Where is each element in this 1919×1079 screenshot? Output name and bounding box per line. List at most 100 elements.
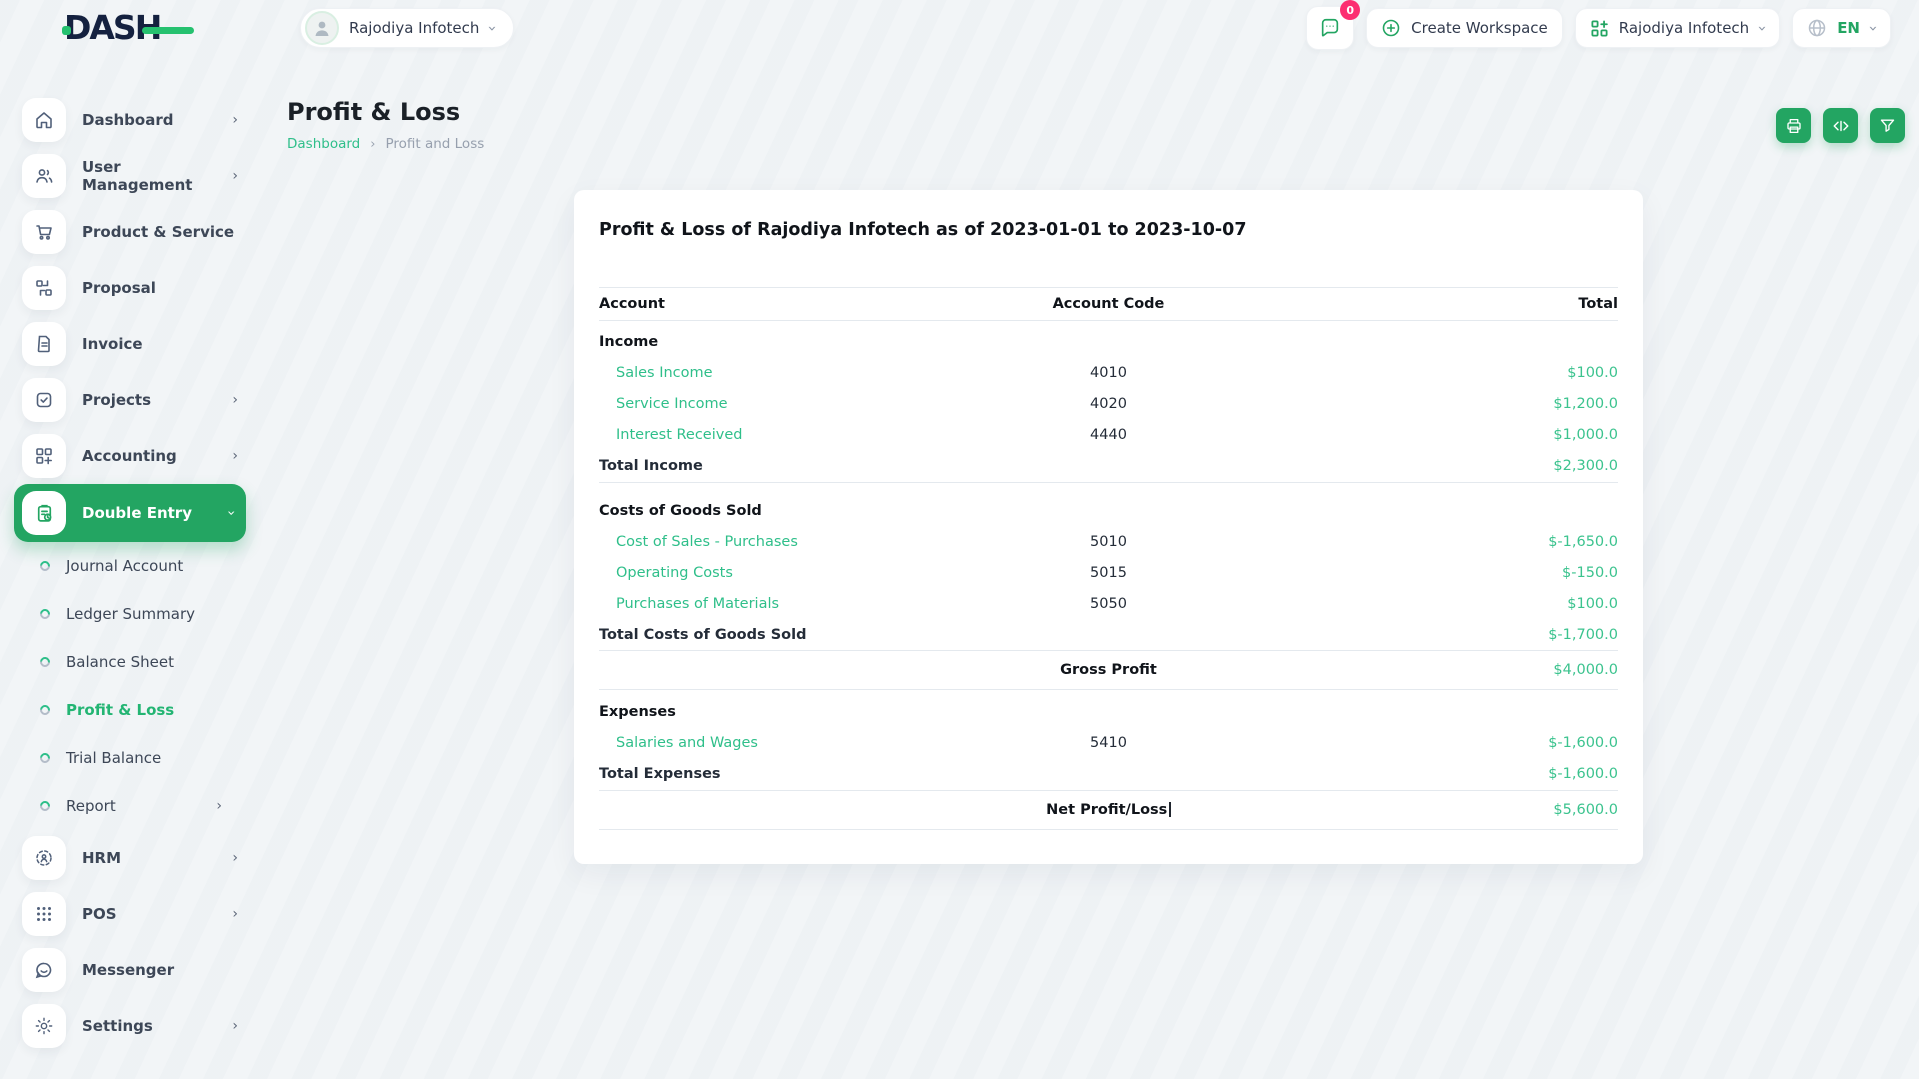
account-total: $1,000.0 (1553, 427, 1618, 443)
account-code: 5015 (1090, 564, 1127, 581)
breadcrumb-separator-icon: › (370, 136, 376, 152)
profit-loss-table: Account Account Code Total Income Sales … (599, 287, 1618, 830)
language-dropdown[interactable]: EN › (1792, 8, 1891, 48)
company-switcher-dropdown[interactable]: Rajodiya Infotech › (300, 8, 515, 48)
account-link[interactable]: Cost of Sales - Purchases (599, 526, 1007, 557)
grid-plus-icon (1590, 19, 1609, 38)
create-workspace-button[interactable]: Create Workspace (1366, 8, 1563, 48)
invoice-document-icon (22, 322, 66, 366)
total-value: $-1,600.0 (1548, 766, 1618, 782)
sidebar-item-accounting[interactable]: Accounting › (0, 428, 260, 484)
company-switcher-label: Rajodiya Infotech (349, 19, 480, 37)
account-link[interactable]: Sales Income (599, 358, 1007, 389)
globe-icon (1807, 18, 1827, 38)
profit-loss-report-card: Profit & Loss of Rajodiya Infotech as of… (574, 190, 1643, 864)
checkbox-icon (22, 378, 66, 422)
account-row: Cost of Sales - Purchases 5010 $-1,650.0 (599, 526, 1618, 557)
column-header-account: Account (599, 287, 1007, 321)
filter-button[interactable] (1870, 108, 1905, 143)
section-row-expenses: Expenses (599, 704, 676, 720)
bullet-icon (37, 798, 53, 814)
header-actions: 0 Create Workspace Rajodiya Infotech › E… (1306, 0, 1891, 50)
sidebar-item-settings[interactable]: Settings › (0, 998, 260, 1054)
avatar (305, 11, 339, 45)
print-button[interactable] (1776, 108, 1811, 143)
code-brackets-icon (1832, 117, 1850, 135)
cart-icon (22, 210, 66, 254)
summary-label: Net Profit/Loss (1046, 801, 1168, 818)
grid-plus-icon (22, 434, 66, 478)
sidebar-subitem-trial-balance[interactable]: Trial Balance (0, 734, 260, 782)
account-row: Operating Costs 5015 $-150.0 (599, 557, 1618, 588)
account-total: $100.0 (1567, 595, 1618, 612)
proposal-swap-icon (22, 266, 66, 310)
language-code: EN (1837, 19, 1860, 37)
sidebar-item-product-service[interactable]: Product & Service (0, 204, 260, 260)
account-link[interactable]: Operating Costs (599, 557, 1007, 588)
logo-dash-bar (142, 27, 194, 34)
funnel-icon (1879, 117, 1896, 134)
text-caret (1169, 802, 1171, 817)
account-link[interactable]: Interest Received (599, 420, 1007, 451)
sidebar-item-projects[interactable]: Projects › (0, 372, 260, 428)
account-code: 4440 (1090, 427, 1127, 443)
chevron-right-icon: › (232, 448, 238, 464)
account-total: $-1,650.0 (1548, 533, 1618, 550)
users-icon (22, 154, 66, 198)
breadcrumb-dashboard-link[interactable]: Dashboard (287, 136, 360, 152)
account-row: Sales Income 4010 $100.0 (599, 358, 1618, 389)
dots-grid-icon (22, 892, 66, 936)
sidebar-item-dashboard[interactable]: Dashboard › (0, 92, 260, 148)
page-title: Profit & Loss (287, 98, 461, 126)
chevron-down-icon: › (1753, 25, 1772, 31)
sidebar-item-messenger[interactable]: Messenger (0, 942, 260, 998)
sidebar-navigation: Dashboard › User Management › Product & … (0, 56, 260, 1079)
summary-value: $5,600.0 (1210, 789, 1618, 830)
chevron-right-icon: › (216, 798, 222, 814)
section-row-income: Income (599, 334, 659, 350)
chevron-right-icon: › (232, 1018, 238, 1034)
total-value: $-1,700.0 (1548, 626, 1618, 643)
summary-row-gross-profit: Gross Profit $4,000.0 (599, 650, 1618, 690)
sidebar-item-user-management[interactable]: User Management › (0, 148, 260, 204)
sidebar-subitem-journal-account[interactable]: Journal Account (0, 542, 260, 590)
export-code-button[interactable] (1823, 108, 1858, 143)
chat-bubble-icon (22, 948, 66, 992)
account-code: 5410 (1090, 735, 1127, 751)
account-row: Salaries and Wages 5410 $-1,600.0 (599, 728, 1618, 759)
account-link[interactable]: Purchases of Materials (599, 588, 1007, 619)
account-total: $100.0 (1567, 365, 1618, 381)
breadcrumb-current: Profit and Loss (385, 136, 485, 152)
sidebar-subitem-profit-loss[interactable]: Profit & Loss (0, 686, 260, 734)
total-value: $2,300.0 (1553, 458, 1618, 474)
account-code: 4010 (1090, 365, 1127, 381)
sidebar-item-hrm[interactable]: HRM › (0, 830, 260, 886)
sidebar-item-pos[interactable]: POS › (0, 886, 260, 942)
chat-bubble-icon (1319, 17, 1341, 39)
account-link[interactable]: Service Income (599, 389, 1007, 420)
account-link[interactable]: Salaries and Wages (599, 728, 1007, 759)
app-logo: DASH (62, 11, 194, 45)
messages-button[interactable]: 0 (1306, 0, 1361, 50)
printer-icon (1785, 117, 1803, 135)
main-content: Profit & Loss Dashboard › Profit and Los… (260, 56, 1919, 1079)
summary-value: $4,000.0 (1210, 650, 1618, 690)
sidebar-subitem-ledger-summary[interactable]: Ledger Summary (0, 590, 260, 638)
page-header: Profit & Loss Dashboard › Profit and Los… (287, 98, 1905, 152)
table-header-row: Account Account Code Total (599, 287, 1618, 321)
column-header-account-code: Account Code (1006, 287, 1211, 321)
bullet-icon (37, 750, 53, 766)
account-code: 5010 (1090, 533, 1127, 550)
sidebar-item-double-entry[interactable]: Double Entry › (14, 484, 246, 542)
chevron-right-icon: › (232, 850, 238, 866)
chevron-right-icon: › (232, 168, 238, 184)
sidebar-subitem-balance-sheet[interactable]: Balance Sheet (0, 638, 260, 686)
account-row: Purchases of Materials 5050 $100.0 (599, 588, 1618, 619)
hrm-person-cycle-icon (22, 836, 66, 880)
bullet-icon (37, 654, 53, 670)
workspace-dropdown[interactable]: Rajodiya Infotech › (1574, 8, 1781, 48)
sidebar-item-invoice[interactable]: Invoice (0, 316, 260, 372)
bullet-icon (37, 702, 53, 718)
sidebar-item-proposal[interactable]: Proposal (0, 260, 260, 316)
sidebar-subitem-report[interactable]: Report › (0, 782, 260, 830)
